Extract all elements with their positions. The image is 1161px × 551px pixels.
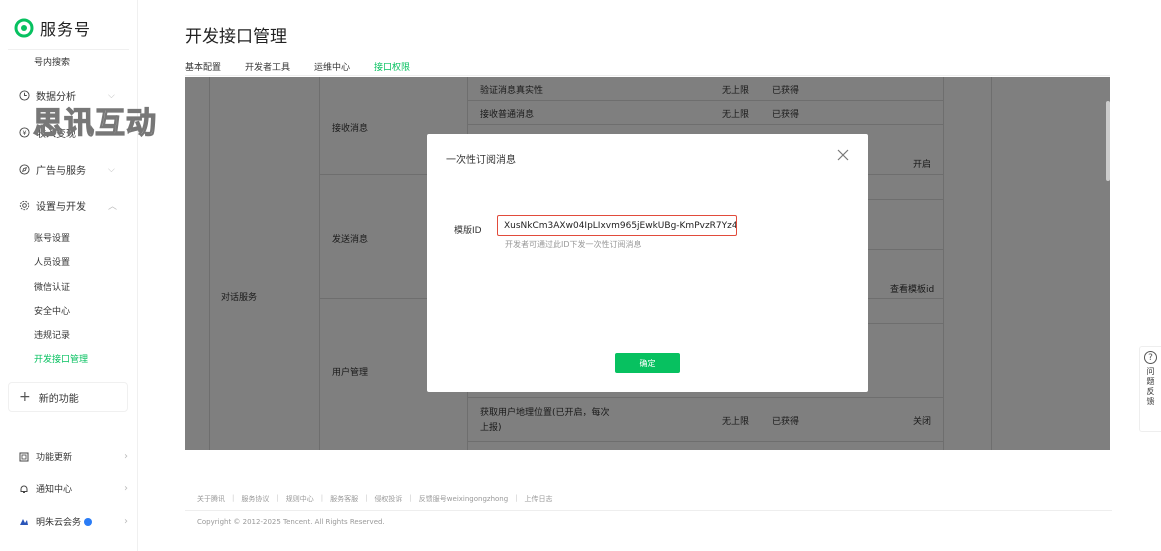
divider (185, 75, 1110, 76)
page-title: 开发接口管理 (185, 27, 287, 47)
account-logo-icon (18, 516, 30, 528)
sidebar-item-ads[interactable]: 广告与服务 ⌵ (18, 162, 115, 177)
brand-logo-icon (14, 18, 34, 38)
compass-icon (18, 164, 30, 176)
sidebar-item-label: 广告与服务 (36, 166, 86, 177)
gear-icon (18, 200, 30, 212)
sidebar-subitem-dev-interface[interactable]: 开发接口管理 (34, 352, 88, 365)
brand-name: 服务号 (40, 20, 92, 39)
separator: | (320, 494, 324, 502)
template-id-label: 模版ID (454, 226, 482, 236)
sidebar-subitem-security[interactable]: 安全中心 (34, 304, 70, 317)
separator: | (515, 494, 518, 502)
template-id-hint: 开发者可通过此ID下发一次性订阅消息 (505, 240, 642, 249)
bell-icon (18, 483, 30, 495)
plus-icon: + (19, 389, 31, 405)
question-icon: ? (1144, 351, 1157, 364)
footer-link[interactable]: 服务协议 (241, 494, 269, 504)
sidebar: 服务号 号内搜索 数据分析 ⌵ ¥ 收入变现 ⌵ 广告与服务 ⌵ 设置与开发 ︿… (0, 0, 138, 551)
separator: | (409, 494, 412, 502)
footer-link[interactable]: 反馈服号weixingongzhong (419, 494, 508, 504)
sidebar-item-settings[interactable]: 设置与开发 ︿ (18, 198, 117, 213)
sidebar-item-notifications[interactable]: 通知中心 › (18, 482, 128, 495)
chevron-right-icon: › (124, 516, 128, 527)
confirm-button[interactable]: 确定 (615, 353, 680, 373)
sidebar-subitem-violations[interactable]: 违规记录 (34, 328, 70, 341)
footer-link[interactable]: 规则中心 (286, 494, 314, 504)
footer-link[interactable]: 关于腾讯 (197, 494, 225, 504)
divider (8, 49, 129, 50)
clock-icon (18, 90, 30, 102)
feedback-label: 问题反馈 (1146, 367, 1155, 407)
brand[interactable]: 服务号 (14, 16, 91, 40)
footer-link[interactable]: 侵权投诉 (374, 494, 402, 504)
separator: | (232, 494, 235, 502)
footer-link[interactable]: 服务客服 (330, 494, 358, 504)
chevron-right-icon: › (124, 451, 128, 462)
feedback-button[interactable]: ? 问题反馈 (1139, 346, 1161, 432)
app-root: 服务号 号内搜索 数据分析 ⌵ ¥ 收入变现 ⌵ 广告与服务 ⌵ 设置与开发 ︿… (0, 0, 1161, 551)
svg-text:¥: ¥ (22, 129, 26, 137)
close-icon[interactable] (836, 148, 850, 162)
separator: | (365, 494, 368, 502)
sidebar-item-search[interactable]: 号内搜索 (34, 55, 70, 68)
copyright: Copyright © 2012-2025 Tencent. All Right… (197, 518, 385, 526)
chevron-up-icon: ︿ (108, 202, 118, 212)
verified-badge-icon (84, 517, 93, 526)
yen-icon: ¥ (18, 127, 30, 139)
sidebar-item-label: 功能更新 (36, 453, 73, 463)
new-function-button[interactable]: + 新的功能 (8, 382, 128, 412)
new-function-label: 新的功能 (38, 393, 79, 405)
sidebar-item-updates[interactable]: 功能更新 › (18, 450, 128, 463)
divider (185, 510, 1112, 511)
template-id-field[interactable]: XusNkCm3AXw04IpLIxvm965jEwkUBg-KmPvzR7Yz… (497, 215, 737, 236)
scrollbar[interactable] (1106, 101, 1110, 181)
chevron-down-icon: ⌵ (108, 164, 115, 175)
footer-link[interactable]: 上传日志 (525, 494, 553, 504)
sidebar-subitem-verification[interactable]: 微信认证 (34, 280, 70, 293)
footer-links: 关于腾讯 | 服务协议 | 规则中心 | 服务客服 | 侵权投诉 | 反馈服号weixin… (197, 494, 553, 504)
dialog-title: 一次性订阅消息 (446, 155, 516, 166)
chevron-right-icon: › (124, 483, 128, 494)
account-name: 明朱云会务 (36, 518, 82, 528)
sidebar-subitem-members[interactable]: 人员设置 (34, 255, 70, 268)
update-icon (18, 451, 30, 463)
sidebar-item-label: 设置与开发 (36, 202, 86, 213)
subscribe-message-dialog: 一次性订阅消息 模版ID XusNkCm3AXw04IpLIxvm965jEwk… (427, 134, 868, 392)
sidebar-item-label: 通知中心 (36, 485, 73, 495)
sidebar-subitem-account[interactable]: 账号设置 (34, 231, 70, 244)
sidebar-item-account[interactable]: 明朱云会务 › (18, 515, 128, 528)
separator: | (276, 494, 279, 502)
